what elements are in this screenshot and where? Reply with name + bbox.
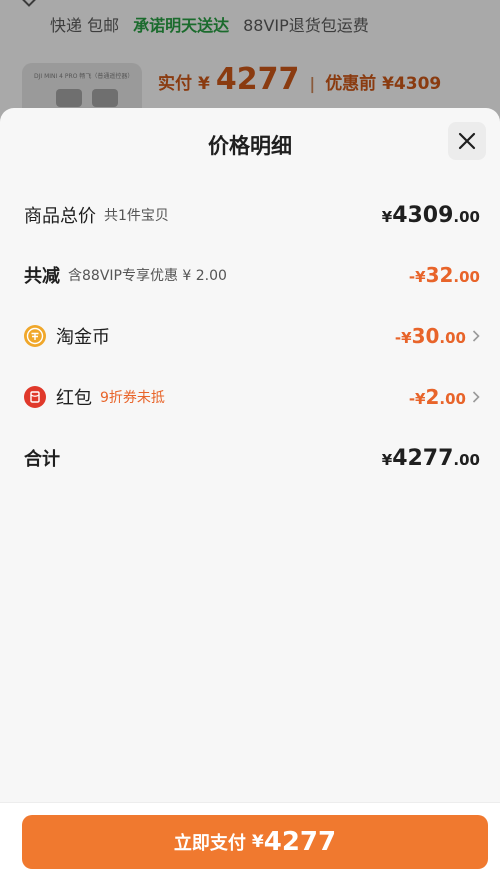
pay-button-label: 立即支付 [173,833,246,854]
return-policy: 88VIP退货包运费 [243,16,369,35]
row-sum: 合计 ¥4277.00 [24,443,480,473]
row-discount: 共减 含88VIP专享优惠 ¥ 2.00 -¥ 32.00 [24,260,480,290]
paid-label: 实付 [158,74,192,94]
amount-int: 4309 [392,202,454,228]
controller-image [92,89,118,107]
chevron-right-icon [472,388,480,407]
diamond-icon [19,0,39,7]
goods-total-label: 商品总价 [24,206,96,227]
pay-now-button[interactable]: 立即支付 ¥ 4277 [22,815,488,869]
amount-dec: .00 [453,450,480,469]
redpacket-label: 红包 [56,388,92,409]
shipping-row: 快递 包邮 承诺明天送达 88VIP退货包运费 [50,12,369,36]
amount-int: 30 [411,324,440,348]
currency: -¥ [408,268,426,286]
product-title-row [19,0,39,8]
vip-discount-note: 含88VIP专享优惠 ¥ 2.00 [68,268,227,284]
paid-value: 4277 [215,62,300,97]
sheet-title: 价格明细 [208,134,292,158]
product-image-text: DJI MINI 4 PRO 畅飞（普通遥控器） [34,73,134,80]
currency: ¥ [381,450,393,469]
goods-total-amount: ¥4309.00 [382,203,480,228]
red-packet-icon [24,386,46,408]
currency: -¥ [394,329,412,347]
redpacket-amount: -¥ 2.00 [409,385,466,409]
amount-dec: .00 [453,268,480,286]
amount-int: 4277 [392,445,454,471]
chevron-right-icon [472,327,480,346]
amount-dec: .00 [439,329,466,347]
coin-icon [24,325,46,347]
bottom-bar: 立即支付 ¥ 4277 [0,802,500,877]
coupon-note: 9折券未抵 [100,390,165,406]
sum-amount: ¥4277.00 [382,446,480,471]
row-goods-total: 商品总价 共1件宝贝 ¥4309.00 [24,200,480,230]
amount-int: 32 [425,263,454,287]
delivery-promise: 承诺明天送达 [133,16,230,35]
goods-count: 共1件宝贝 [104,208,169,224]
drone-image [56,89,82,107]
discount-amount: -¥ 32.00 [409,263,480,287]
pay-button-amount: 4277 [263,827,337,857]
sum-label: 合计 [24,449,60,470]
amount-int: 2 [425,385,440,409]
amount-dec: .00 [439,390,466,408]
coins-label: 淘金币 [56,327,110,348]
pay-button-currency: ¥ [251,832,264,852]
currency: ¥ [381,207,393,226]
coins-amount: -¥ 30.00 [395,324,466,348]
price-detail-sheet: 价格明细 商品总价 共1件宝贝 ¥4309.00 共减 含88VIP专享优惠 ¥… [0,108,500,877]
original-price: 优惠前 ¥4309 [325,74,442,94]
divider: | [309,74,316,93]
close-icon [458,132,476,150]
price-summary: 实付 ¥ 4277 | 优惠前 ¥4309 [158,62,441,97]
currency: -¥ [408,390,426,408]
discount-label: 共减 [24,266,60,287]
delivery-text: 快递 包邮 [50,16,120,35]
paid-currency: ¥ [198,74,210,94]
row-redpacket[interactable]: 红包 9折券未抵 -¥ 2.00 [24,382,480,412]
amount-dec: .00 [453,207,480,226]
close-button[interactable] [448,122,486,160]
row-taojinbi[interactable]: 淘金币 -¥ 30.00 [24,321,480,351]
